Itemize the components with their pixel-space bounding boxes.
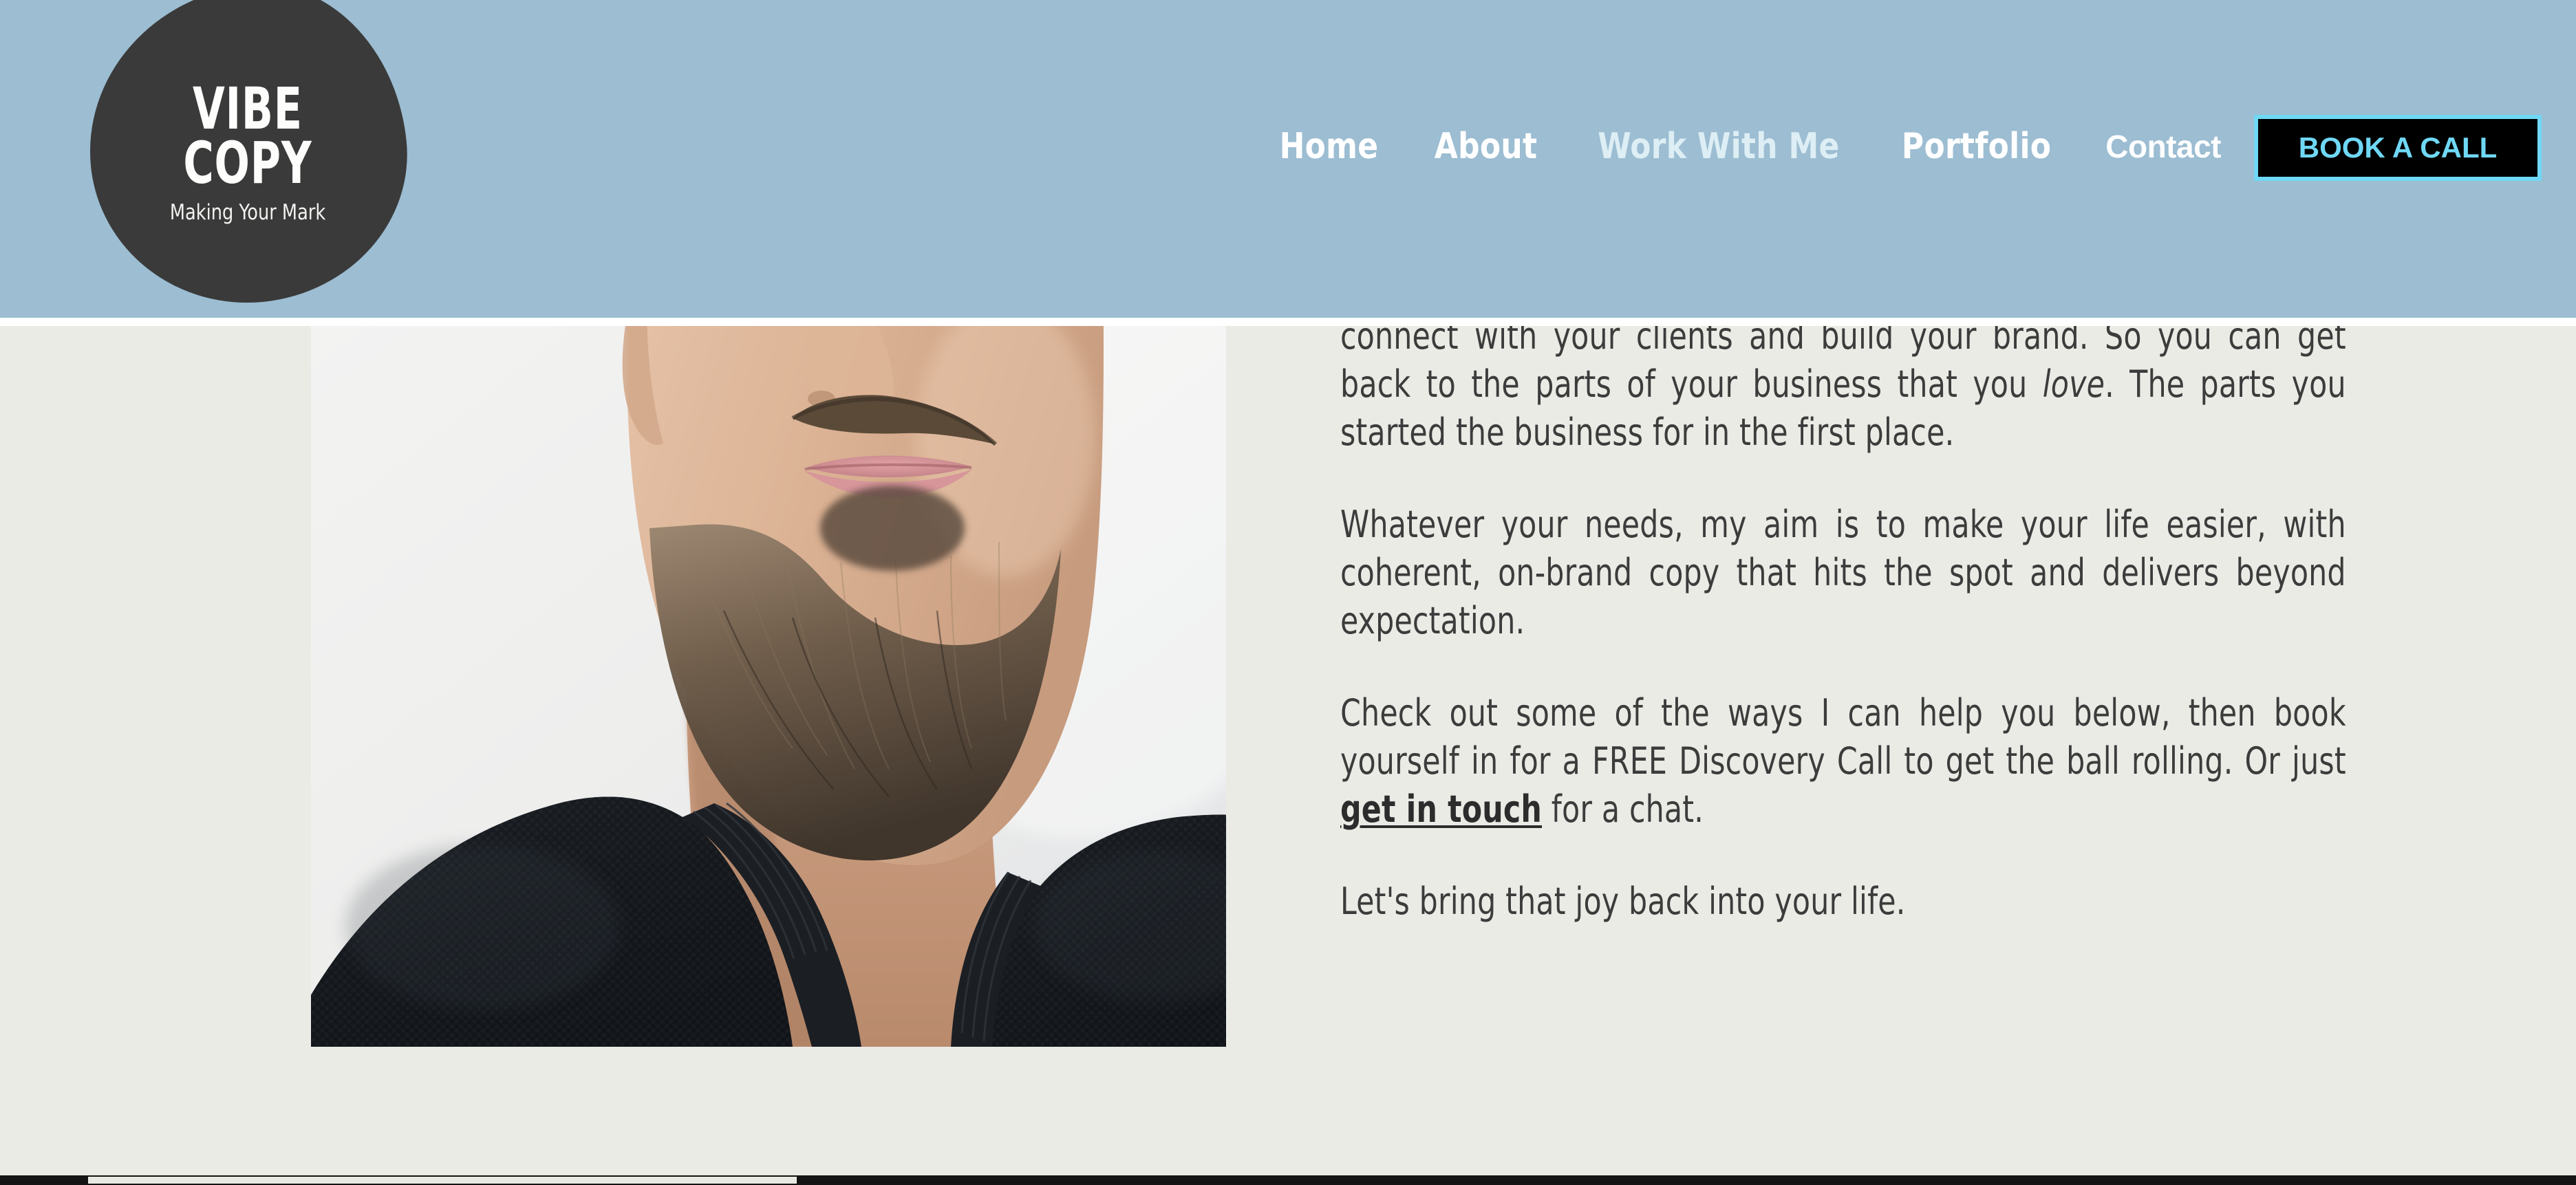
header-underline-rule bbox=[0, 318, 2576, 326]
portrait-photo bbox=[311, 322, 1226, 1047]
site-header: VIBE COPY Making Your Mark Home About Wo… bbox=[0, 0, 2576, 318]
logo-text-group: VIBE COPY Making Your Mark bbox=[89, 0, 406, 303]
primary-navigation: Home About Work With Me Portfolio Contac… bbox=[1252, 126, 2246, 167]
copy-paragraph-2: Whatever your needs, my aim is to make y… bbox=[1340, 503, 2346, 642]
portrait-photo-illustration bbox=[311, 322, 1226, 1047]
nav-item-work-with-me[interactable]: Work With Me bbox=[1575, 126, 1863, 167]
nav-item-contact[interactable]: Contact bbox=[2081, 128, 2246, 165]
copy-p3-part-b: for a chat. bbox=[1542, 787, 1704, 831]
copy-p1-emphasis: love bbox=[2042, 362, 2105, 406]
logo-line-1: VIBE bbox=[193, 75, 303, 143]
copy-paragraph-3: Check out some of the ways I can help yo… bbox=[1340, 689, 2346, 834]
logo-tagline: Making Your Mark bbox=[169, 199, 326, 225]
copy-paragraph-4: Let's bring that joy back into your life… bbox=[1340, 880, 1906, 923]
horizontal-scrollbar-track[interactable] bbox=[0, 1175, 2576, 1185]
horizontal-scrollbar-thumb[interactable] bbox=[88, 1177, 797, 1184]
nav-item-home[interactable]: Home bbox=[1256, 126, 1402, 167]
book-a-call-label: BOOK A CALL bbox=[2298, 131, 2498, 164]
about-copy-column: connect with your clients and build your… bbox=[1340, 312, 2352, 926]
logo-line-2: COPY bbox=[183, 129, 312, 197]
main-content: connect with your clients and build your… bbox=[0, 314, 2576, 1185]
copy-paragraph-1: connect with your clients and build your… bbox=[1340, 312, 2346, 457]
site-logo[interactable]: VIBE COPY Making Your Mark bbox=[74, 0, 422, 318]
copy-p3-part-a: Check out some of the ways I can help yo… bbox=[1340, 691, 2346, 783]
page-canvas: VIBE COPY Making Your Mark Home About Wo… bbox=[0, 0, 2576, 1185]
nav-item-portfolio[interactable]: Portfolio bbox=[1878, 126, 2074, 167]
book-a-call-button[interactable]: BOOK A CALL bbox=[2254, 115, 2542, 181]
get-in-touch-link[interactable]: get in touch bbox=[1340, 787, 1542, 831]
nav-item-about[interactable]: About bbox=[1411, 126, 1560, 167]
